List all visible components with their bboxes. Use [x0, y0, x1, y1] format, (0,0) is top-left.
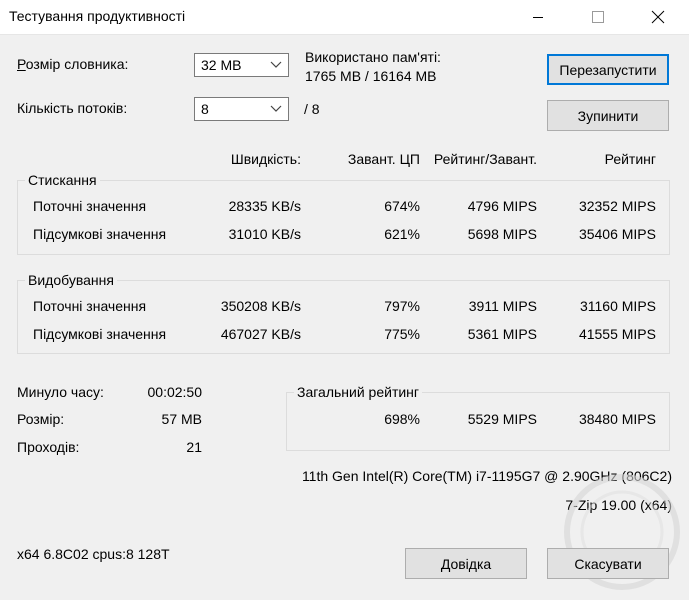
- compression-total-rpl: 5698 MIPS: [467, 226, 537, 242]
- compression-total-label: Підсумкові значення: [33, 226, 167, 242]
- decompression-current-speed: 350208 KB/s: [220, 298, 301, 314]
- decompression-current-cpu: 797%: [384, 298, 420, 314]
- decompression-total-rpl: 5361 MIPS: [467, 326, 537, 342]
- compression-total-rating: 35406 MIPS: [578, 226, 656, 242]
- close-icon: [651, 10, 665, 24]
- compression-current-label: Поточні значення: [33, 198, 147, 214]
- header-cpu: Завант. ЦП: [347, 151, 420, 167]
- compression-title: Стискання: [25, 172, 100, 188]
- help-button[interactable]: Довідка: [405, 548, 527, 579]
- minimize-button[interactable]: [515, 0, 561, 34]
- size-value: 57 MB: [161, 411, 202, 427]
- dictionary-size-label: Розмір словника:: [17, 56, 128, 72]
- threads-value: 8: [201, 101, 209, 117]
- maximize-icon: [592, 11, 604, 23]
- decompression-total-label: Підсумкові значення: [33, 326, 167, 342]
- compression-total-cpu: 621%: [384, 226, 420, 242]
- header-rating-per-load: Рейтинг/Завант.: [433, 151, 537, 167]
- decompression-total-speed: 467027 KB/s: [220, 326, 301, 342]
- total-rating: 38480 MIPS: [578, 411, 656, 427]
- memory-usage-label: Використано пам'яті:: [305, 49, 441, 65]
- compression-total-speed: 31010 KB/s: [228, 226, 301, 242]
- stop-button[interactable]: Зупинити: [547, 100, 669, 131]
- decompression-current-label: Поточні значення: [33, 298, 147, 314]
- window-title: Тестування продуктивності: [9, 8, 186, 24]
- maximize-button[interactable]: [575, 0, 621, 34]
- minimize-icon: [533, 17, 543, 18]
- decompression-total-cpu: 775%: [384, 326, 420, 342]
- total-rating-title: Загальний рейтинг: [294, 384, 423, 400]
- compression-current-cpu: 674%: [384, 198, 420, 214]
- chevron-down-icon: [270, 105, 282, 112]
- restart-button[interactable]: Перезапустити: [547, 54, 669, 85]
- decompression-current-rpl: 3911 MIPS: [468, 298, 537, 314]
- header-speed: Швидкість:: [230, 151, 301, 167]
- decompression-total-rating: 41555 MIPS: [578, 326, 656, 342]
- close-button[interactable]: [635, 0, 681, 34]
- cancel-button[interactable]: Скасувати: [547, 548, 669, 579]
- decompression-group: [17, 280, 670, 354]
- passes-value: 21: [186, 439, 202, 455]
- total-cpu: 698%: [384, 411, 420, 427]
- total-rpl: 5529 MIPS: [467, 411, 537, 427]
- threads-max: / 8: [304, 101, 320, 117]
- chevron-down-icon: [270, 61, 282, 68]
- decompression-title: Видобування: [25, 272, 117, 288]
- compression-group: [17, 180, 670, 255]
- compression-current-rating: 32352 MIPS: [578, 198, 656, 214]
- threads-label: Кількість потоків:: [17, 100, 128, 116]
- memory-usage-value: 1765 MB / 16164 MB: [305, 68, 437, 84]
- header-rating: Рейтинг: [604, 151, 656, 167]
- dictionary-size-label-accel: Р: [17, 56, 26, 72]
- passes-label: Проходів:: [17, 439, 80, 455]
- threads-dropdown[interactable]: 8: [194, 97, 289, 121]
- title-bar[interactable]: Тестування продуктивності: [0, 0, 689, 35]
- compression-current-rpl: 4796 MIPS: [467, 198, 537, 214]
- decompression-current-rating: 31160 MIPS: [579, 298, 656, 314]
- size-label: Розмір:: [17, 411, 65, 427]
- dictionary-size-dropdown[interactable]: 32 MB: [194, 53, 289, 77]
- dictionary-size-label-text: озмір словника:: [25, 56, 129, 72]
- dictionary-size-value: 32 MB: [201, 57, 242, 73]
- system-info: x64 6.8C02 cpus:8 128T: [17, 546, 170, 562]
- compression-current-speed: 28335 KB/s: [228, 198, 301, 214]
- elapsed-time-label: Минуло часу:: [17, 384, 104, 400]
- elapsed-time-value: 00:02:50: [147, 384, 203, 400]
